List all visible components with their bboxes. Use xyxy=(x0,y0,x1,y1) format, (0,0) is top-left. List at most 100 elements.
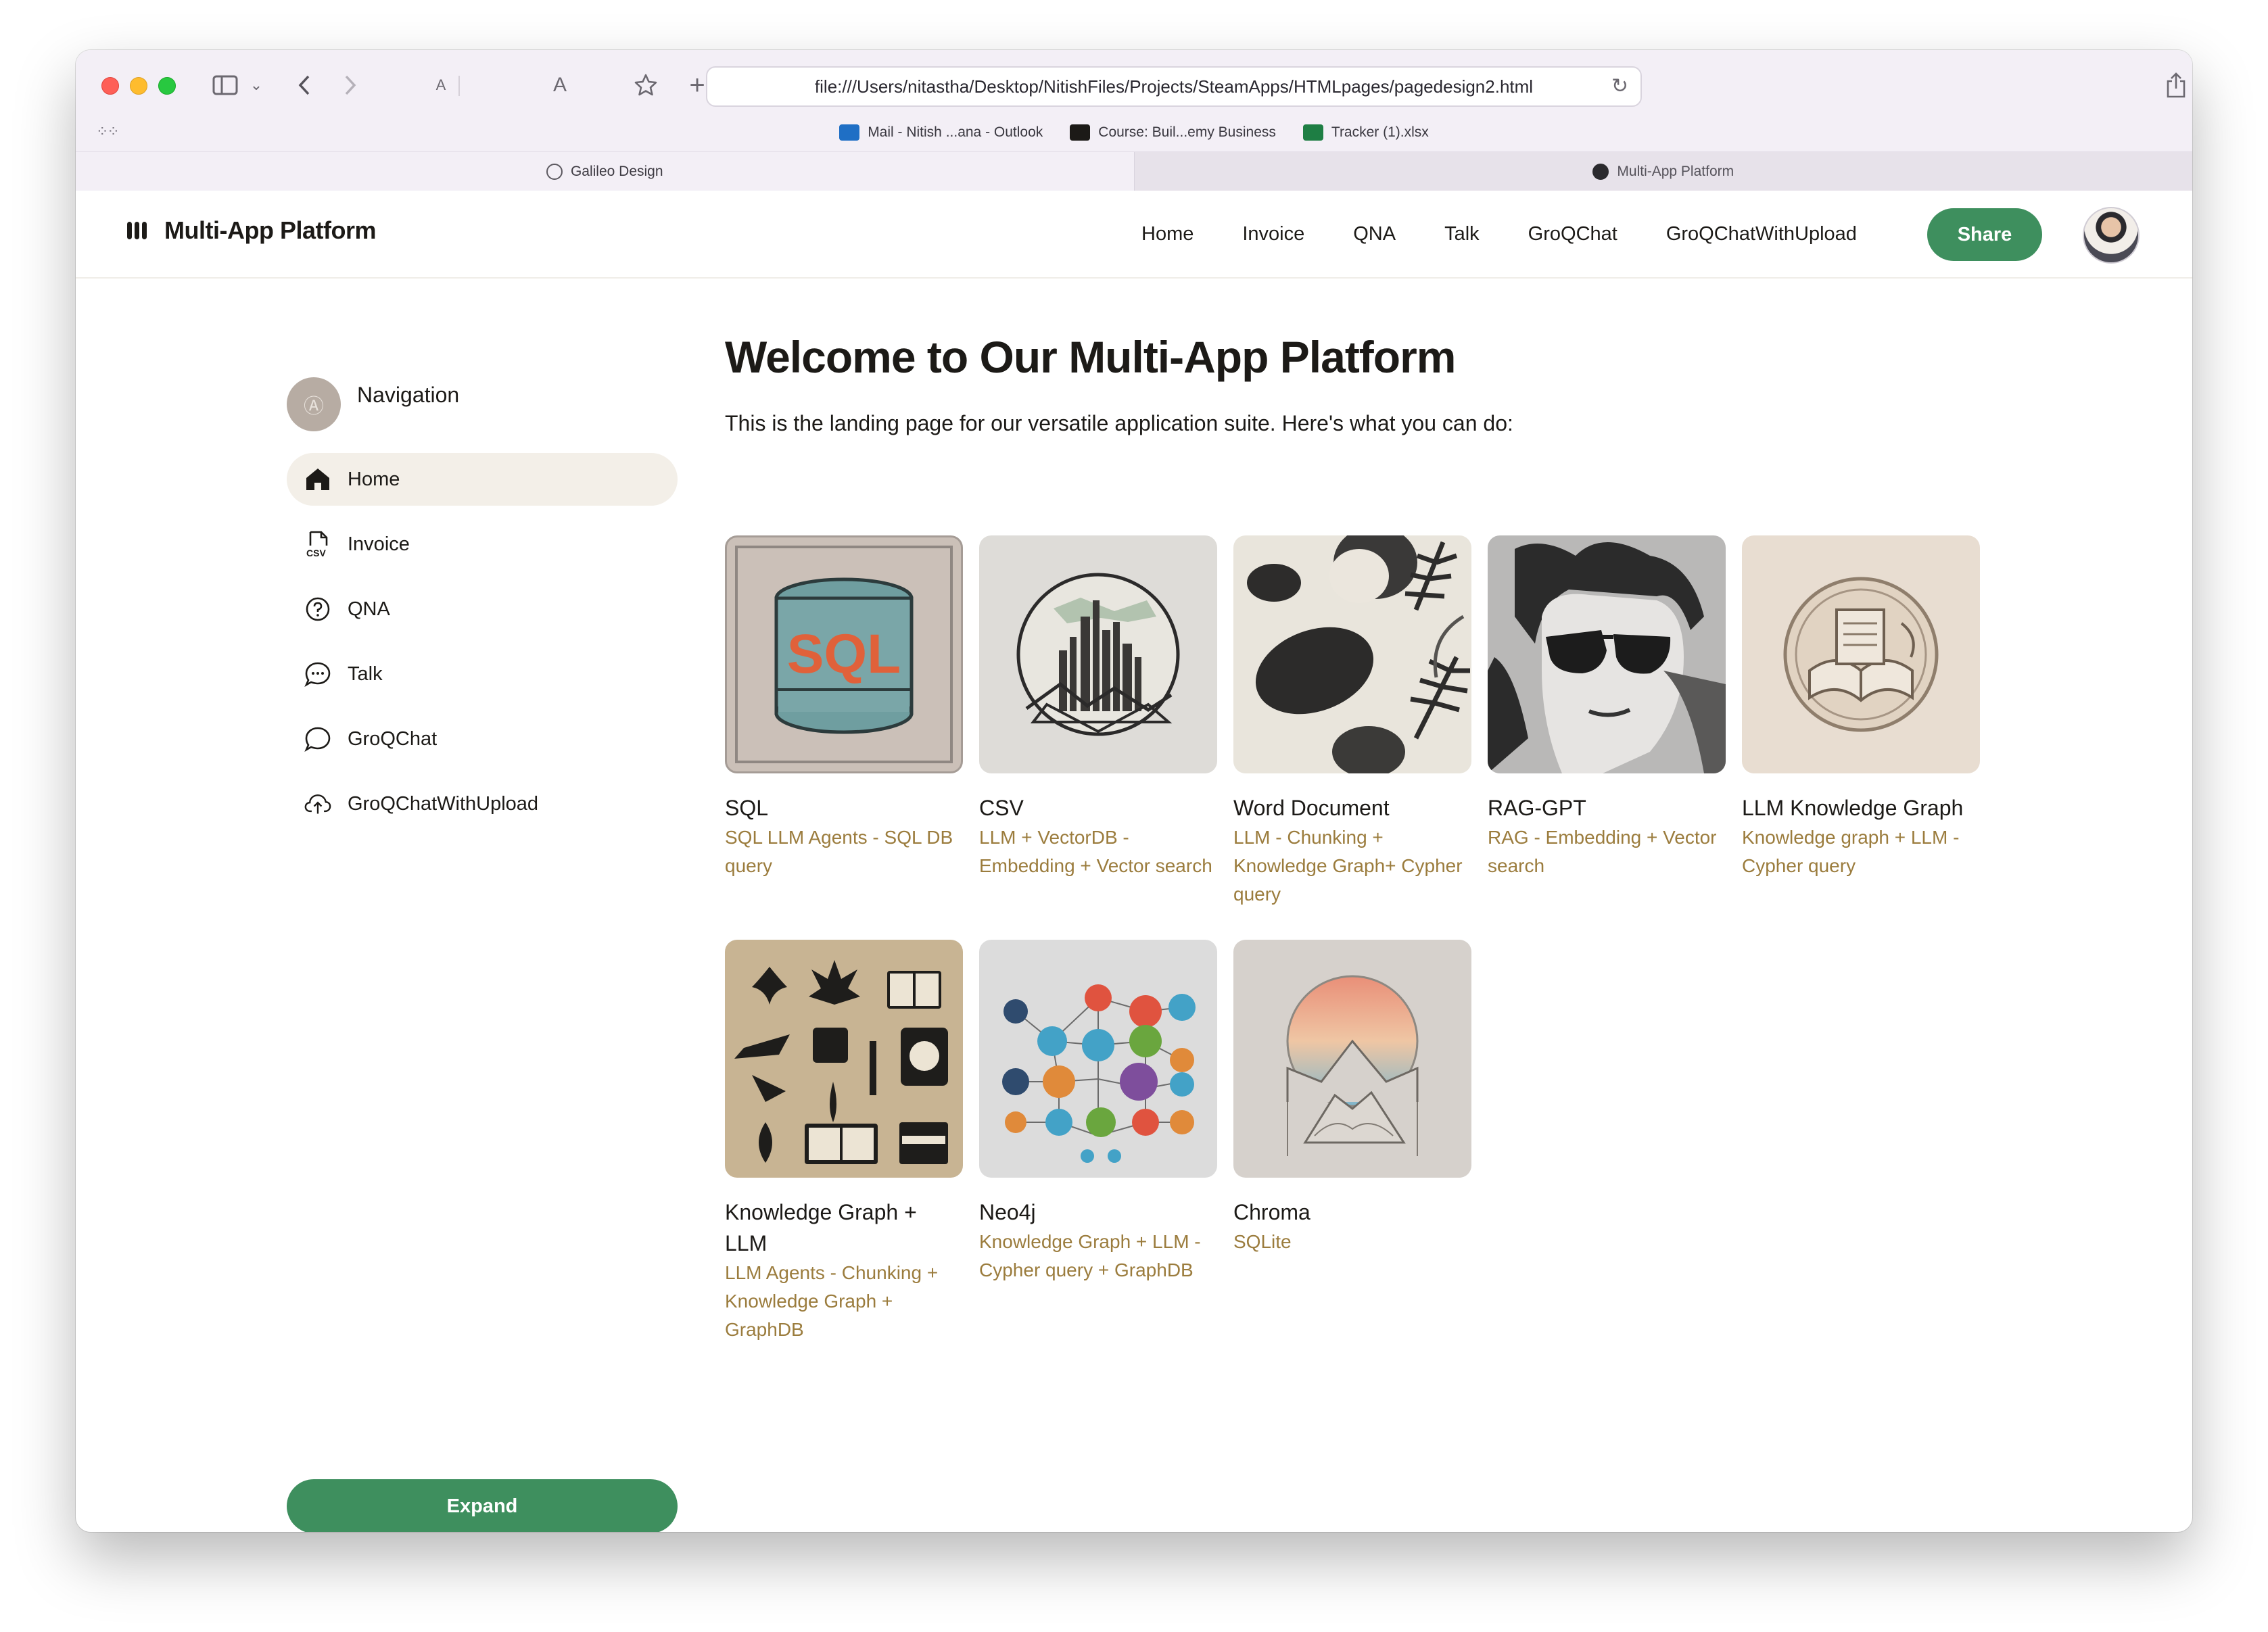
sidebar-item-talk[interactable]: Talk xyxy=(287,648,678,700)
browser-toolbar: ⌄ A A + file:///Users/nitastha/Desktop/N… xyxy=(76,50,2192,191)
chat-dots-icon xyxy=(304,661,331,688)
bookmark-label: Tracker (1).xlsx xyxy=(1331,124,1429,140)
sidebar-item-home[interactable]: Home xyxy=(287,453,678,506)
card-description: Knowledge Graph + LLM - Cypher query + G… xyxy=(979,1231,1201,1280)
bookmarks-bar: Mail - Nitish ...ana - Outlook Course: B… xyxy=(76,118,2192,147)
browser-window: ⌄ A A + file:///Users/nitastha/Desktop/N… xyxy=(76,50,2192,1532)
chat-bubble-icon xyxy=(304,725,331,752)
expand-button[interactable]: Expand xyxy=(287,1479,678,1532)
sidebar-item-label: Home xyxy=(348,468,400,490)
app-card-sql[interactable]: SQL SQL SQL LLM Agents - SQL DB query xyxy=(725,535,963,880)
sidebar-item-groqchat[interactable]: GroQChat xyxy=(287,713,678,765)
network-graph-illustration xyxy=(979,940,1217,1178)
tab-bar: Galileo Design Multi-App Platform xyxy=(76,151,2192,191)
sidebar-item-label: Invoice xyxy=(348,533,410,555)
card-description: SQLite xyxy=(1233,1231,1292,1252)
brand-name: Multi-App Platform xyxy=(164,216,376,244)
sidebar-title: Navigation xyxy=(357,382,460,407)
sidebar-item-label: GroQChatWithUpload xyxy=(348,792,539,815)
text-smaller-button[interactable]: A xyxy=(427,70,454,100)
topnav-invoice[interactable]: Invoice xyxy=(1242,223,1304,245)
tab-multi-app-platform[interactable]: Multi-App Platform xyxy=(1134,152,2192,191)
sidebar-avatar: Ⓐ xyxy=(287,377,341,431)
sidebar: Ⓐ Navigation Home CSV Invoice QNA Talk G… xyxy=(287,277,678,1532)
bookmark-label: Mail - Nitish ...ana - Outlook xyxy=(868,124,1043,140)
sidebar-item-label: Talk xyxy=(348,663,383,685)
crown-icon xyxy=(1592,164,1609,180)
home-icon xyxy=(304,466,331,493)
card-description: LLM - Chunking + Knowledge Graph+ Cypher… xyxy=(1233,827,1463,905)
city-skyline-illustration xyxy=(979,535,1217,773)
text-larger-button[interactable]: A xyxy=(546,70,573,100)
reload-icon[interactable]: ↻ xyxy=(1611,74,1628,98)
udemy-icon xyxy=(1070,124,1091,141)
bookmark-outlook[interactable]: Mail - Nitish ...ana - Outlook xyxy=(839,124,1043,141)
svg-text:CSV: CSV xyxy=(306,548,326,558)
tab-label: Galileo Design xyxy=(570,164,663,179)
minimize-window-button[interactable] xyxy=(130,77,147,95)
bookmark-course[interactable]: Course: Buil...emy Business xyxy=(1070,124,1276,141)
leaves-stones-illustration xyxy=(1233,535,1471,773)
icon-set-illustration xyxy=(725,940,963,1178)
share-button[interactable]: Share xyxy=(1927,208,2042,261)
app-card-csv[interactable]: CSV LLM + VectorDB - Embedding + Vector … xyxy=(979,535,1217,880)
app-card-neo4j[interactable]: Neo4j Knowledge Graph + LLM - Cypher que… xyxy=(979,940,1217,1285)
address-bar-url: file:///Users/nitastha/Desktop/NitishFil… xyxy=(814,76,1534,97)
card-title: LLM Knowledge Graph xyxy=(1742,796,1964,820)
topnav-home[interactable]: Home xyxy=(1141,223,1194,245)
app-card-chroma[interactable]: Chroma SQLite xyxy=(1233,940,1471,1256)
card-description: LLM Agents - Chunking + Knowledge Graph … xyxy=(725,1262,939,1340)
app-header: Multi-App Platform Home Invoice QNA Talk… xyxy=(76,191,2192,279)
sidebar-item-label: GroQChat xyxy=(348,727,438,750)
tab-galileo-design[interactable]: Galileo Design xyxy=(76,152,1135,191)
card-title: SQL xyxy=(725,796,769,820)
card-description: SQL LLM Agents - SQL DB query xyxy=(725,827,953,876)
window-controls xyxy=(101,77,176,95)
sidebar-item-groqchatwithupload[interactable]: GroQChatWithUpload xyxy=(287,777,678,830)
card-description: RAG - Embedding + Vector search xyxy=(1488,827,1717,876)
card-description: Knowledge graph + LLM - Cypher query xyxy=(1742,827,1960,876)
app-card-word-document[interactable]: Word Document LLM - Chunking + Knowledge… xyxy=(1233,535,1471,909)
card-title: Word Document xyxy=(1233,796,1390,820)
card-title: Knowledge Graph + LLM xyxy=(725,1200,917,1255)
address-bar[interactable]: file:///Users/nitastha/Desktop/NitishFil… xyxy=(706,66,1642,107)
sunglasses-portrait-illustration xyxy=(1488,535,1726,773)
forward-arrow-icon[interactable] xyxy=(337,70,364,100)
topnav-groqchatwithupload[interactable]: GroQChatWithUpload xyxy=(1666,223,1857,245)
bookmark-tracker[interactable]: Tracker (1).xlsx xyxy=(1302,124,1429,141)
app-card-rag-gpt[interactable]: RAG-GPT RAG - Embedding + Vector search xyxy=(1488,535,1726,880)
excel-icon xyxy=(1302,124,1323,141)
card-title: RAG-GPT xyxy=(1488,796,1586,820)
book-medallion-illustration xyxy=(1742,535,1980,773)
card-description: LLM + VectorDB - Embedding + Vector sear… xyxy=(979,827,1212,876)
close-window-button[interactable] xyxy=(101,77,119,95)
share-sheet-icon[interactable] xyxy=(2161,70,2191,100)
page-title: Welcome to Our Multi-App Platform xyxy=(725,332,1456,382)
star-bookmark-icon[interactable] xyxy=(629,70,663,100)
topnav-talk[interactable]: Talk xyxy=(1444,223,1480,245)
topnav-groqchat[interactable]: GroQChat xyxy=(1528,223,1617,245)
app-card-llm-knowledge-graph[interactable]: LLM Knowledge Graph Knowledge graph + LL… xyxy=(1742,535,1980,880)
question-circle-icon xyxy=(304,596,331,623)
brand[interactable]: Multi-App Platform xyxy=(127,216,376,245)
user-avatar[interactable] xyxy=(2083,207,2140,264)
tab-label: Multi-App Platform xyxy=(1617,164,1734,179)
sidebar-item-invoice[interactable]: CSV Invoice xyxy=(287,518,678,571)
app-card-knowledge-graph-llm[interactable]: Knowledge Graph + LLM LLM Agents - Chunk… xyxy=(725,940,963,1344)
sidebar-item-qna[interactable]: QNA xyxy=(287,583,678,635)
outlook-icon xyxy=(839,124,860,141)
card-title: CSV xyxy=(979,796,1024,820)
back-arrow-icon[interactable] xyxy=(291,70,318,100)
top-navigation: Home Invoice QNA Talk GroQChat GroQChatW… xyxy=(1141,191,1857,277)
sidebar-toggle-icon[interactable] xyxy=(208,70,242,100)
chevron-down-icon[interactable]: ⌄ xyxy=(246,70,266,100)
card-title: Neo4j xyxy=(979,1200,1036,1224)
sidebar-header: Ⓐ Navigation xyxy=(287,377,459,431)
toolbar-divider xyxy=(458,76,460,96)
sidebar-list: Home CSV Invoice QNA Talk GroQChat GroQC… xyxy=(287,453,678,842)
topnav-qna[interactable]: QNA xyxy=(1353,223,1396,245)
csv-file-icon: CSV xyxy=(304,531,331,558)
gradient-sun-mountain-illustration xyxy=(1233,940,1471,1178)
zoom-window-button[interactable] xyxy=(158,77,176,95)
database-sql-illustration: SQL xyxy=(725,535,963,773)
